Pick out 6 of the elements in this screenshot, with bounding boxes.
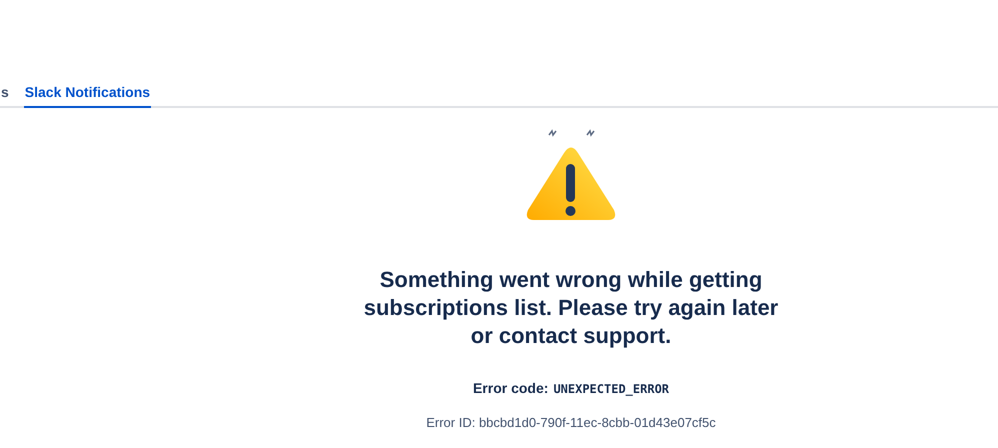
- error-message: Something went wrong while getting subscriptions list. Please try again later or contact support.: [362, 266, 780, 350]
- error-code: UNEXPECTED_ERROR: [553, 381, 670, 398]
- error-code-label: Error code:: [472, 379, 548, 398]
- tab[interactable]: Slack Notifications: [24, 78, 152, 108]
- error-id: Error ID: bbcbd1d0-790f-11ec-8cbb-01d43e07cf5c: [426, 414, 716, 432]
- tab[interactable]: s: [0, 78, 10, 108]
